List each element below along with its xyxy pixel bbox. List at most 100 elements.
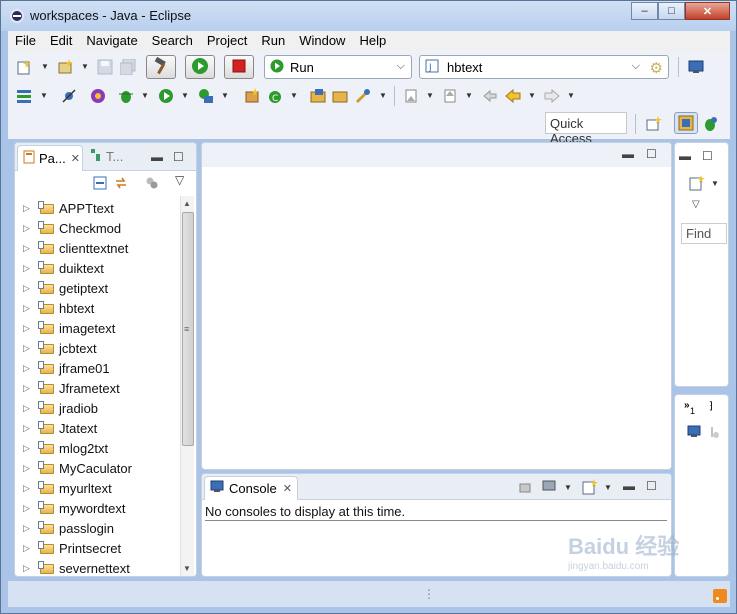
minimize-icon[interactable]: ▬ [622,147,634,161]
expand-arrow-icon[interactable]: ▷ [23,223,35,234]
java-perspective-button[interactable] [674,112,698,134]
rss-feed-icon[interactable] [713,589,727,603]
pin-console-icon[interactable] [518,480,532,497]
menu-run[interactable]: Run [254,31,292,51]
tree-item-project[interactable]: ▷ imagetext [15,318,179,338]
expand-arrow-icon[interactable]: ▷ [23,503,35,514]
open-folder-icon[interactable] [332,88,348,104]
coverage-icon[interactable] [198,88,214,104]
focus-task-icon[interactable] [145,176,159,193]
expand-arrow-icon[interactable]: ▷ [23,243,35,254]
next-annotation-dropdown-icon[interactable]: ▼ [426,91,434,100]
tree-item-project[interactable]: ▷ Checkmod [15,218,179,238]
run-configuration-select[interactable]: Run ⌵ [264,55,412,79]
tree-item-project[interactable]: ▷ hbtext [15,298,179,318]
debug-perspective-icon[interactable] [90,88,106,104]
run-button[interactable] [185,55,215,79]
quick-access-input[interactable]: Quick Access [545,112,627,146]
monitor-icon[interactable] [688,59,704,75]
tab-package-explorer[interactable]: Pa... ✕ [17,145,83,171]
maximize-icon[interactable]: ☐ [702,149,713,163]
collapse-all-icon[interactable] [93,176,107,193]
expand-arrow-icon[interactable]: ▷ [23,303,35,314]
expand-arrow-icon[interactable]: ▷ [23,443,35,454]
scroll-down-icon[interactable]: ▼ [183,564,191,573]
run-icon[interactable] [158,88,174,104]
menu-navigate[interactable]: Navigate [79,31,144,51]
title-bar[interactable]: workspaces - Java - Eclipse – □ ✕ [1,1,736,31]
new-icon[interactable] [16,59,32,75]
vertical-scrollbar[interactable]: ▲ ≡ ▼ [180,196,194,576]
maximize-icon[interactable]: ☐ [173,150,184,164]
expand-arrow-icon[interactable]: ▷ [23,563,35,574]
new-task-icon[interactable] [689,175,705,194]
expand-arrow-icon[interactable]: ▷ [23,423,35,434]
expand-arrow-icon[interactable]: ▷ [23,463,35,474]
minimize-icon[interactable]: ▬ [623,479,635,493]
search-icon[interactable] [355,88,371,104]
back-icon[interactable] [505,88,521,104]
new-dropdown-icon[interactable]: ▼ [41,62,49,71]
forward-dropdown-icon[interactable]: ▼ [567,91,575,100]
tree-item-project[interactable]: ▷ myurltext [15,478,179,498]
expand-arrow-icon[interactable]: ▷ [23,383,35,394]
close-button[interactable]: ✕ [685,2,730,20]
tree-item-project[interactable]: ▷ passlogin [15,518,179,538]
tab-console[interactable]: Console ✕ [204,476,298,500]
prev-annotation-icon[interactable] [442,88,458,104]
task-dropdown-icon[interactable]: ▼ [40,91,48,100]
minimize-icon[interactable]: ▬ [151,150,163,164]
tree-item-project[interactable]: ▷ Jframetext [15,378,179,398]
tree-item-project[interactable]: ▷ jframe01 [15,358,179,378]
open-console-icon[interactable] [582,479,598,498]
menu-edit[interactable]: Edit [43,31,79,51]
menu-search[interactable]: Search [145,31,200,51]
forward-icon[interactable] [544,88,560,104]
menu-project[interactable]: Project [200,31,254,51]
debug-perspective-switch-icon[interactable] [702,116,718,132]
debug-dropdown-icon[interactable]: ▼ [141,91,149,100]
maximize-icon[interactable]: ☐ [646,479,657,493]
menu-file[interactable]: File [8,31,43,51]
search-dropdown-icon[interactable]: ▼ [379,91,387,100]
coverage-dropdown-icon[interactable]: ▼ [221,91,229,100]
new-java-package-icon[interactable] [244,88,260,104]
run-dropdown-icon[interactable]: ▼ [181,91,189,100]
tree-item-project[interactable]: ▷ jcbtext [15,338,179,358]
debug-icon[interactable] [118,88,134,104]
build-button[interactable] [146,55,176,79]
launch-target-select[interactable]: J hbtext ⌵ ⚙ [419,55,669,79]
expand-arrow-icon[interactable]: ▷ [23,363,35,374]
new-java-project-icon[interactable] [58,59,74,75]
display-console-dropdown-icon[interactable]: ▼ [564,483,572,492]
new-project-dropdown-icon[interactable]: ▼ [81,62,89,71]
expand-arrow-icon[interactable]: ▷ [23,543,35,554]
tree-item-project[interactable]: ▷ clienttextnet [15,238,179,258]
gear-icon[interactable]: ⚙ [650,59,663,77]
link-with-editor-icon[interactable] [114,176,128,193]
next-annotation-icon[interactable] [403,88,419,104]
expand-arrow-icon[interactable]: ▷ [23,263,35,274]
minimize-button[interactable]: – [631,2,658,20]
display-console-icon[interactable] [542,480,556,497]
skip-breakpoints-icon[interactable] [61,88,77,104]
tree-item-project[interactable]: ▷ Printsecret [15,538,179,558]
tree-item-project[interactable]: ▷ APPTtext [15,198,179,218]
minimize-icon[interactable]: ▬ [679,149,691,163]
class-dropdown-icon[interactable]: ▼ [290,91,298,100]
menu-help[interactable]: Help [352,31,393,51]
scroll-up-icon[interactable]: ▲ [183,199,191,208]
new-task-dropdown-icon[interactable]: ▼ [711,179,719,188]
status-grip-icon[interactable]: ⋮ [423,587,435,601]
view-menu-icon[interactable]: ▽ [175,173,184,187]
tab-type-hierarchy[interactable]: T... [90,148,123,165]
prev-annotation-dropdown-icon[interactable]: ▼ [465,91,473,100]
tree-item-project[interactable]: ▷ duiktext [15,258,179,278]
tree-item-project[interactable]: ▷ Jtatext [15,418,179,438]
tree-item-project[interactable]: ▷ mlog2txt [15,438,179,458]
save-icon[interactable] [97,59,113,75]
find-input[interactable]: Find [681,223,727,244]
console-view-icon[interactable] [687,425,701,442]
tree-item-project[interactable]: ▷ mywordtext [15,498,179,518]
maximize-icon[interactable]: ☐ [646,147,657,161]
